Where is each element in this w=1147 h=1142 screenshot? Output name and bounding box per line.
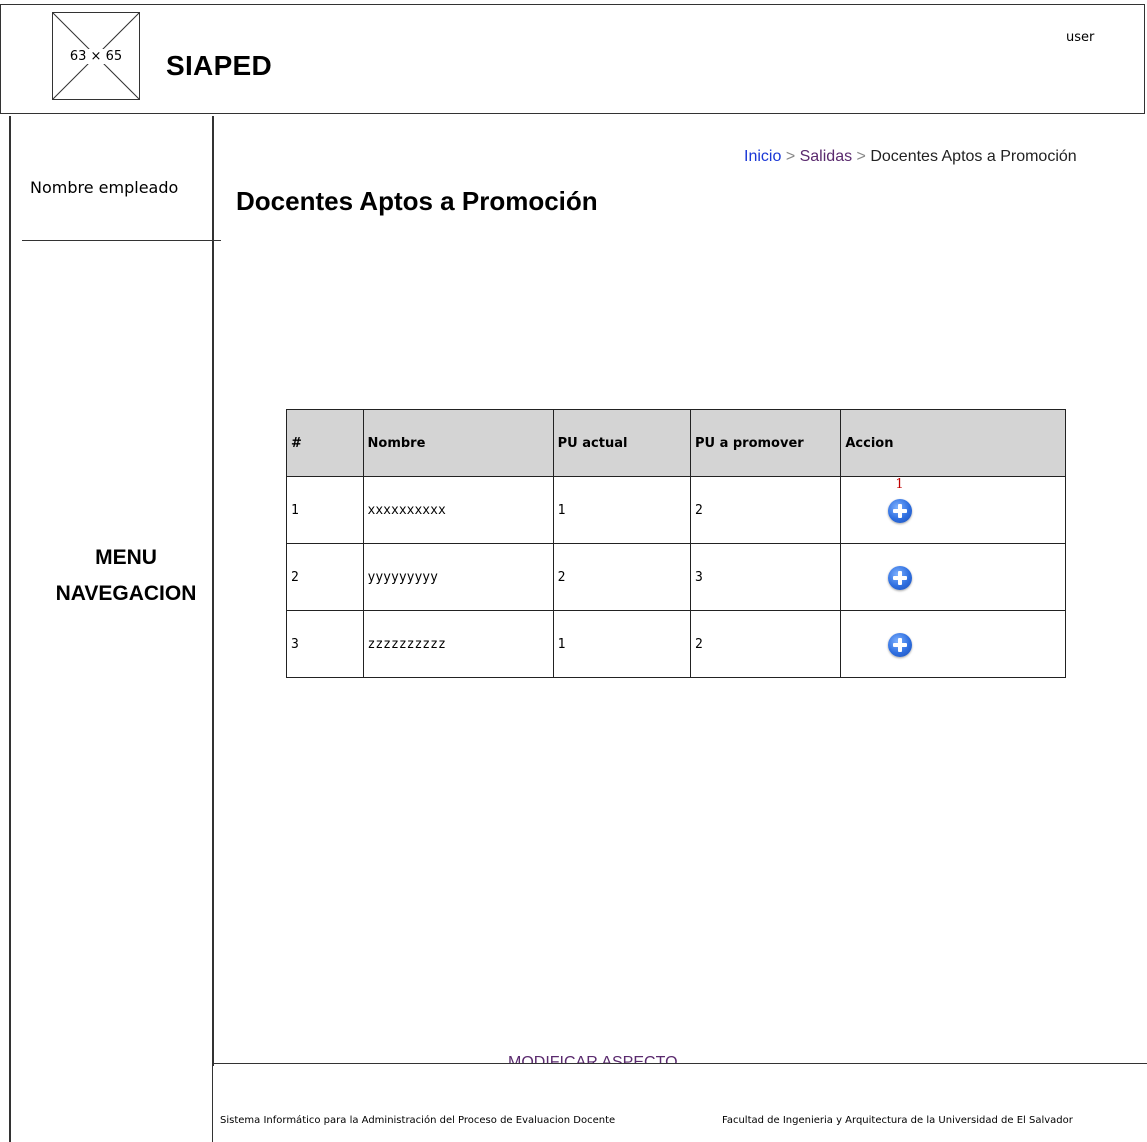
footer-system-name: Sistema Informático para la Administraci… [220,1115,616,1126]
column-header-pu-actual: PU actual [552,409,691,477]
table-header-row: # Nombre PU actual PU a promover Accion [286,409,1066,477]
cell-pu-actual: 1 [552,476,691,544]
app-title: SIAPED [166,50,273,81]
footer [212,1063,1147,1142]
table-row: 1 xxxxxxxxxx 1 2 1 [286,476,1066,544]
cell-pu-promover: 2 [689,476,842,544]
navigation-menu-label-1: MENU [95,546,157,569]
column-header-nombre: Nombre [362,409,554,477]
sidebar-border-right [212,116,214,1066]
column-header-number: # [286,409,364,477]
cell-accion [840,610,1066,678]
cell-accion [840,543,1066,611]
cell-number: 1 [286,476,364,544]
column-header-pu-promover: PU a promover [689,409,842,477]
breadcrumb-link-salidas[interactable]: Salidas [800,148,852,165]
breadcrumb-separator: > [785,148,796,165]
cell-nombre: yyyyyyyyy [362,543,554,611]
plus-circle-icon[interactable] [888,499,913,523]
column-header-accion: Accion [840,409,1066,477]
docentes-table: # Nombre PU actual PU a promover Accion … [286,409,1066,678]
annotation-badge: 1 [895,477,904,492]
cell-pu-promover: 3 [689,543,842,611]
table-row: 2 yyyyyyyyy 2 3 [286,543,1066,611]
logo-placeholder-image: 63 × 65 [52,12,140,100]
cell-pu-actual: 2 [552,543,691,611]
plus-circle-icon[interactable] [888,566,913,590]
user-menu[interactable]: user [1066,30,1094,45]
cell-accion: 1 [840,476,1066,544]
navigation-menu-label-2: NAVEGACION [55,582,197,605]
navigation-menu[interactable]: MENU NAVEGACION [46,540,206,612]
cell-nombre: zzzzzzzzzz [362,610,554,678]
page-title: Docentes Aptos a Promoción [236,186,598,216]
breadcrumb-current: Docentes Aptos a Promoción [870,148,1077,165]
sidebar-border-left [9,116,11,1142]
sidebar-divider [22,240,221,242]
breadcrumb-link-inicio[interactable]: Inicio [744,148,781,165]
cell-pu-promover: 2 [689,610,842,678]
cell-pu-actual: 1 [552,610,691,678]
cell-number: 3 [286,610,364,678]
breadcrumb: Inicio > Salidas > Docentes Aptos a Prom… [744,148,1077,166]
cell-nombre: xxxxxxxxxx [362,476,554,544]
footer-faculty-name: Facultad de Ingenieria y Arquitectura de… [722,1115,1073,1126]
cell-number: 2 [286,543,364,611]
modify-appearance-link[interactable]: MODIFICAR ASPECTO [508,1053,698,1063]
plus-circle-icon[interactable] [888,633,913,657]
employee-name: Nombre empleado [30,178,179,197]
logo-placeholder-label: 63 × 65 [67,49,125,64]
breadcrumb-separator: > [856,148,866,165]
table-row: 3 zzzzzzzzzz 1 2 [286,610,1066,678]
